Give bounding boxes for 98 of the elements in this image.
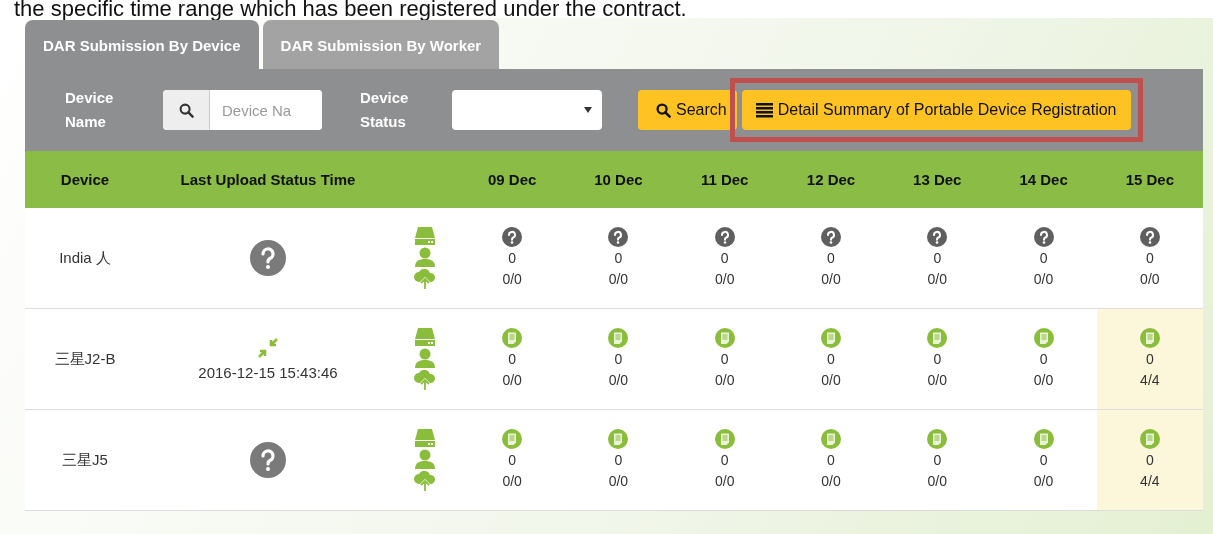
ratio-value: 0/0: [1033, 270, 1054, 289]
count-value: 0: [1039, 350, 1048, 369]
person-icon: [415, 449, 435, 469]
search-icon: [656, 102, 671, 118]
question-icon: [502, 227, 523, 247]
count-value: 0: [1039, 249, 1048, 268]
person-icon: [415, 348, 435, 368]
count-value: 0: [1039, 451, 1048, 470]
ratio-value: 0/0: [714, 270, 735, 289]
count-value: 0: [827, 249, 835, 268]
question-icon: [1139, 227, 1160, 247]
ratio-value: 0/0: [502, 371, 522, 390]
count-value: 0: [614, 451, 623, 470]
count-value: 0: [508, 249, 517, 268]
hard-drive-icon: [415, 429, 435, 447]
inward-arrows-icon: [258, 337, 278, 358]
column-header: Last Upload Status Time: [180, 171, 356, 188]
count-value: 0: [614, 249, 623, 268]
ratio-value: 0/0: [502, 270, 522, 289]
count-value: 0: [1145, 350, 1154, 369]
ratio-value: 0/0: [927, 371, 947, 390]
count-value: 0: [720, 451, 729, 470]
column-header: 15 Dec: [1125, 171, 1175, 188]
device-name: India 人: [59, 248, 111, 268]
device-status-label: Device Status: [360, 88, 410, 132]
document-icon: [502, 328, 523, 348]
ratio-value: 0/0: [1033, 371, 1054, 390]
device-status-dropdown[interactable]: [452, 90, 602, 130]
cloud-upload-icon: [414, 269, 436, 289]
count-value: 0: [508, 350, 517, 369]
question-icon: [250, 240, 286, 276]
cloud-upload-icon: [414, 370, 436, 390]
document-icon: [927, 328, 948, 348]
ratio-value: 4/4: [1140, 371, 1160, 390]
question-icon: [250, 442, 286, 478]
question-icon: [821, 227, 841, 247]
count-value: 0: [720, 350, 729, 369]
question-icon: [714, 227, 735, 247]
document-icon: [1033, 429, 1054, 449]
ratio-value: 0/0: [927, 472, 947, 491]
ratio-value: 0/0: [821, 270, 841, 289]
count-value: 0: [614, 350, 623, 369]
count-value: 0: [827, 350, 835, 369]
list-icon: [755, 102, 773, 118]
ratio-value: 0/0: [502, 472, 522, 491]
ratio-value: 0/0: [608, 472, 629, 491]
count-value: 0: [508, 451, 517, 470]
document-icon: [1033, 328, 1054, 348]
document-icon: [502, 429, 523, 449]
ratio-value: 4/4: [1140, 472, 1160, 491]
device-name: 三星J5: [62, 450, 108, 470]
hard-drive-icon: [415, 227, 435, 245]
detail-summary-button[interactable]: Detail Summary of Portable Device Registration: [741, 90, 1131, 130]
hard-drive-icon: [415, 328, 435, 346]
ratio-value: 0/0: [714, 371, 735, 390]
document-icon: [714, 429, 735, 449]
question-icon: [608, 227, 629, 247]
upload-time: 2016-12-15 15:43:46: [198, 363, 338, 381]
ratio-value: 0/0: [821, 472, 841, 491]
question-icon: [927, 227, 948, 247]
cloud-upload-icon: [414, 471, 436, 491]
column-header: 11 Dec: [700, 171, 749, 188]
count-value: 0: [1145, 451, 1154, 470]
ratio-value: 0/0: [821, 371, 841, 390]
document-icon: [714, 328, 735, 348]
ratio-value: 0/0: [608, 371, 629, 390]
document-icon: [927, 429, 948, 449]
document-icon: [821, 328, 841, 348]
column-header: Device: [60, 171, 110, 188]
document-icon: [821, 429, 841, 449]
search-button[interactable]: Search: [638, 90, 737, 130]
count-value: 0: [933, 350, 942, 369]
person-icon: [415, 247, 435, 267]
question-icon: [1033, 227, 1054, 247]
ratio-value: 0/0: [1140, 270, 1160, 289]
column-header: 13 Dec: [913, 171, 962, 188]
column-header: 14 Dec: [1019, 171, 1068, 188]
count-value: 0: [933, 249, 942, 268]
device-name: 三星J2-B: [54, 349, 116, 369]
document-icon: [608, 429, 629, 449]
ratio-value: 0/0: [927, 270, 947, 289]
count-value: 0: [827, 451, 835, 470]
ratio-value: 0/0: [714, 472, 735, 491]
device-name-field[interactable]: Device Na: [163, 90, 322, 130]
count-value: 0: [933, 451, 942, 470]
column-header: 12 Dec: [806, 171, 856, 188]
search-icon: [178, 102, 194, 118]
document-icon: [608, 328, 629, 348]
column-header: 09 Dec: [487, 171, 537, 188]
device-name-label: Device Name: [65, 88, 115, 132]
caret-icon: [584, 107, 592, 113]
document-icon: [1139, 429, 1160, 449]
ratio-value: 0/0: [1033, 472, 1054, 491]
document-icon: [1139, 328, 1160, 348]
column-header: 10 Dec: [594, 171, 643, 188]
ratio-value: 0/0: [608, 270, 629, 289]
count-value: 0: [1145, 249, 1154, 268]
count-value: 0: [720, 249, 729, 268]
